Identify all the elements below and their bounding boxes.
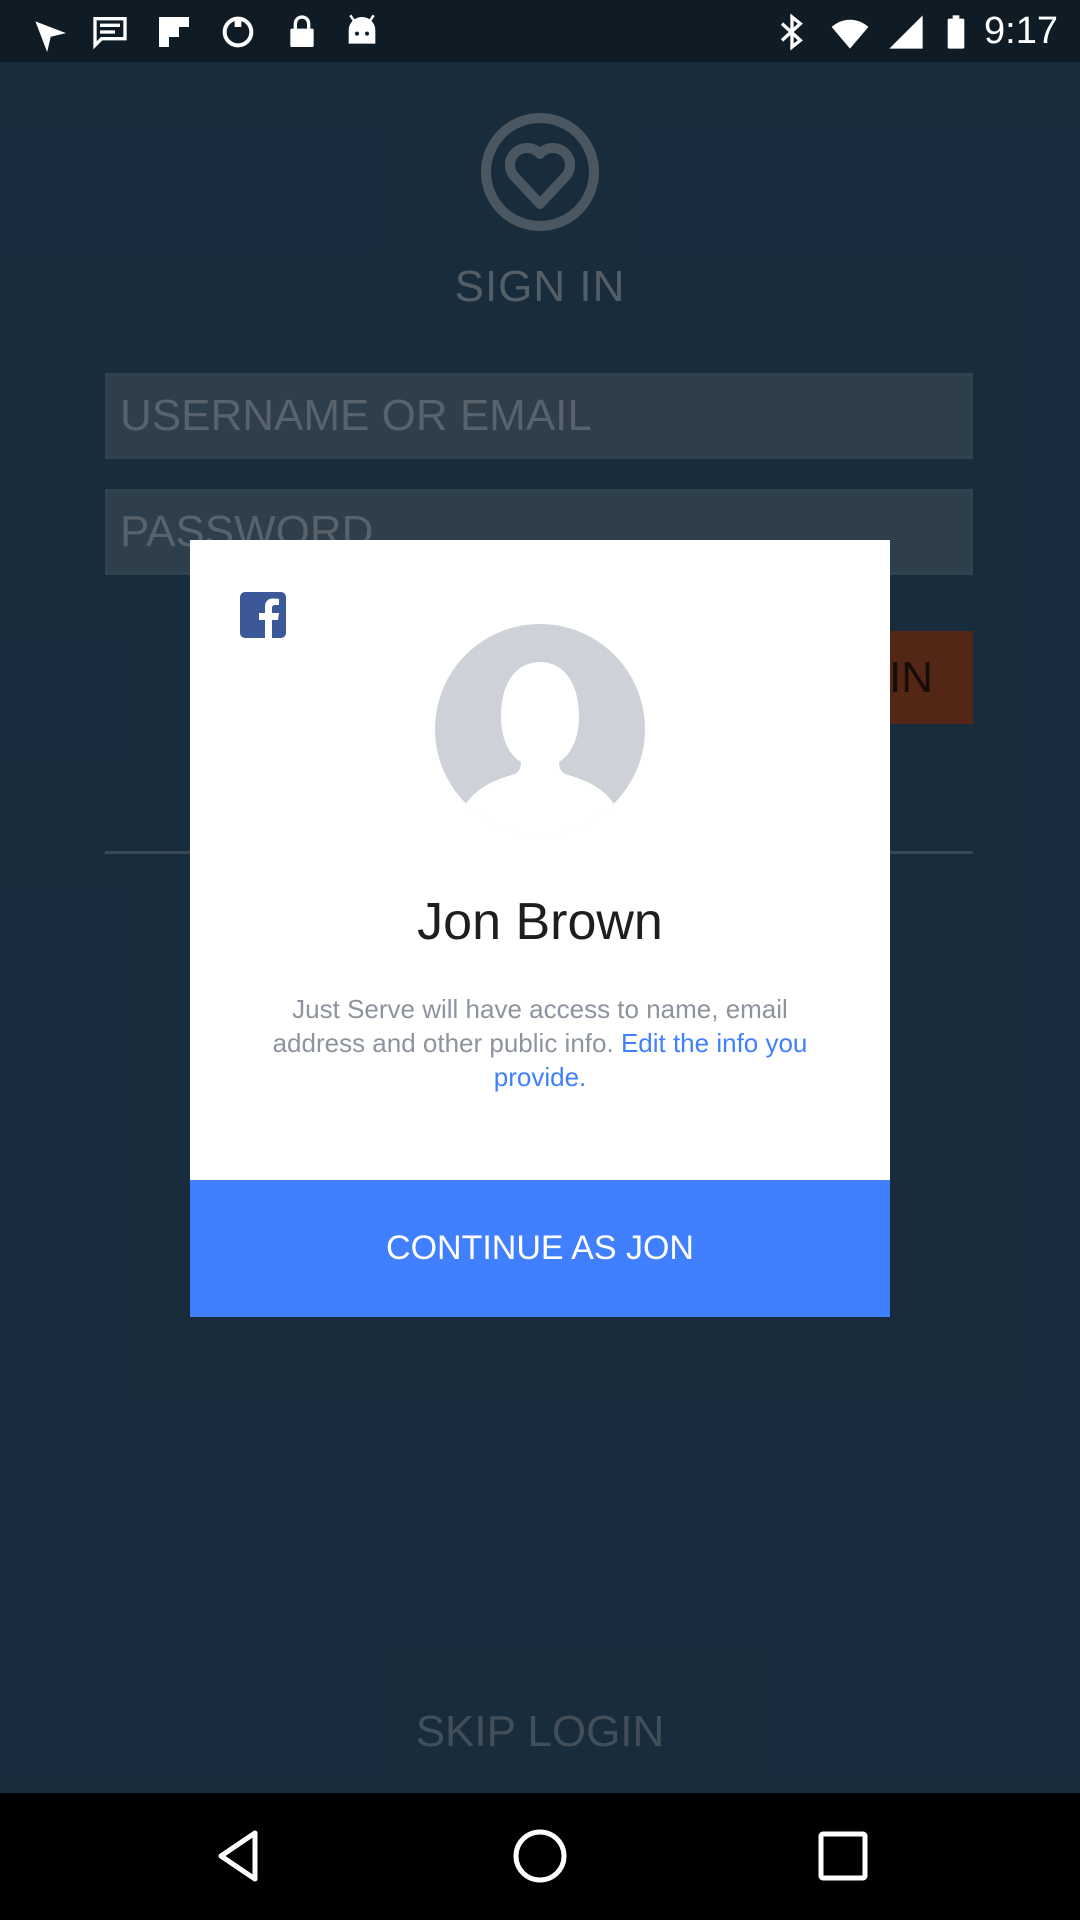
flipboard-icon (159, 17, 189, 47)
lock-icon (290, 15, 314, 47)
sync-icon (222, 16, 254, 48)
status-bar: 9:17 (0, 0, 1080, 62)
message-icon (93, 17, 127, 50)
recents-icon[interactable] (808, 1821, 878, 1891)
navigation-icon (35, 21, 66, 52)
continue-button[interactable]: CONTINUE AS JON (190, 1180, 890, 1317)
facebook-login-dialog: Jon Brown Just Serve will have access to… (190, 540, 890, 1317)
status-time: 9:17 (984, 10, 1058, 52)
avatar (435, 624, 645, 834)
user-name: Jon Brown (417, 893, 663, 951)
bluetooth-icon (780, 13, 803, 51)
android-icon (348, 14, 376, 44)
signal-icon (889, 15, 923, 49)
permission-text: Just Serve will have access to name, ema… (270, 992, 810, 1094)
back-icon[interactable] (205, 1821, 275, 1891)
screen: 9:17 SIGN IN IN SKIP LOGIN (0, 0, 1080, 1920)
navigation-bar (0, 1793, 1080, 1920)
wifi-icon (831, 19, 869, 49)
facebook-icon (240, 592, 286, 638)
home-icon[interactable] (505, 1821, 575, 1891)
battery-icon (947, 15, 965, 49)
